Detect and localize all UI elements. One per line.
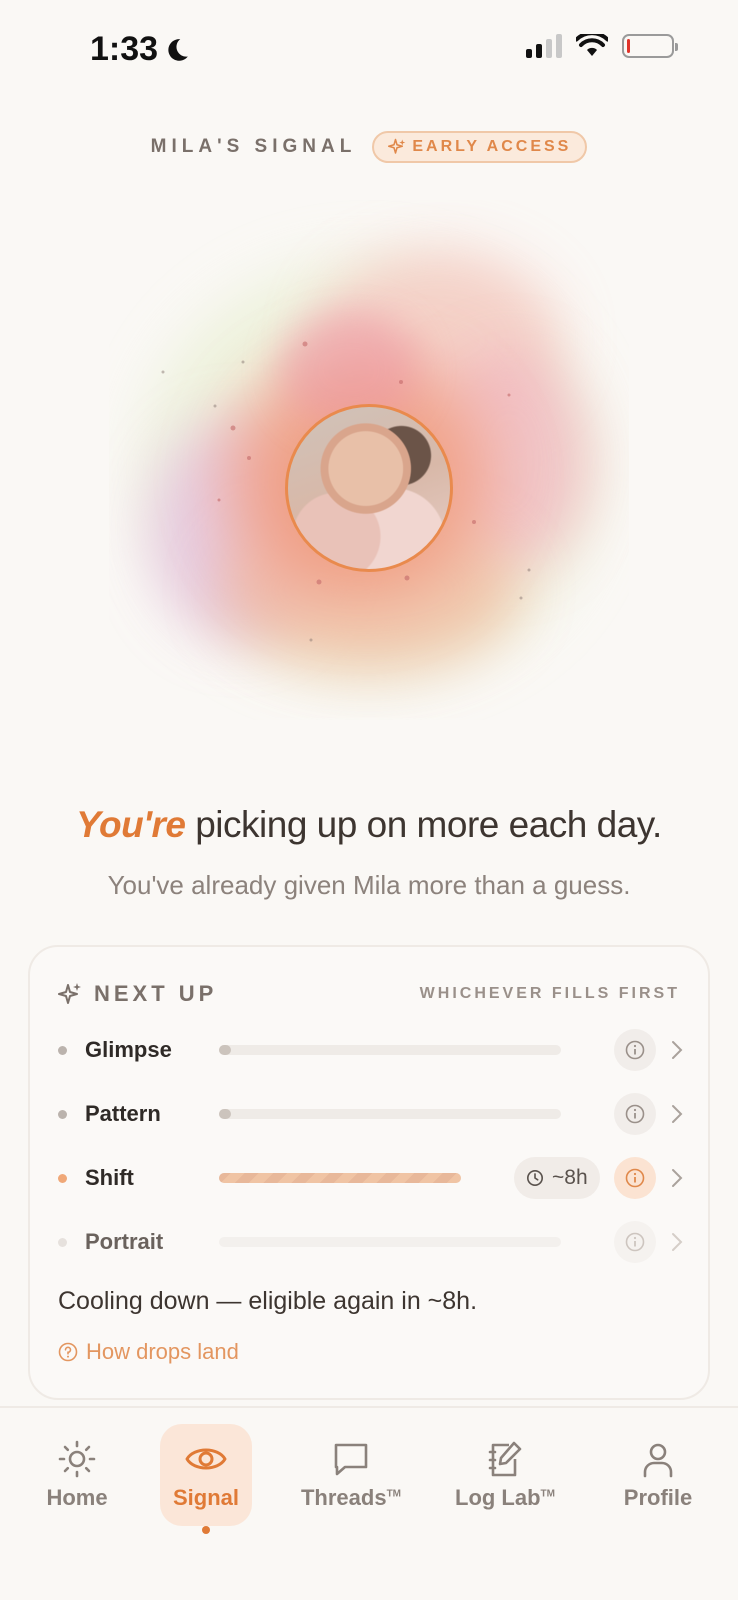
next-up-card: NEXT UP WHICHEVER FILLS FIRST Glimpse Pa…: [28, 945, 710, 1400]
info-icon: [625, 1168, 645, 1188]
chat-bubble-icon: [334, 1443, 368, 1476]
cooldown-timer: ~8h: [514, 1157, 600, 1199]
tab-home[interactable]: Home: [30, 1424, 124, 1526]
early-access-label: EARLY ACCESS: [412, 138, 572, 155]
cellular-signal-icon: [526, 34, 562, 58]
sparkle-icon: [58, 983, 81, 1004]
trademark-mark: TM: [386, 1488, 402, 1500]
info-button[interactable]: [614, 1029, 656, 1071]
chevron-right-icon[interactable]: [670, 1103, 684, 1125]
tab-label: Log LabTM: [455, 1485, 555, 1511]
progress-bar: [219, 1237, 561, 1247]
next-up-label: NEXT UP: [94, 981, 218, 1006]
chevron-right-icon[interactable]: [670, 1167, 684, 1189]
clock-icon: [526, 1169, 544, 1187]
progress-bar: [219, 1109, 561, 1119]
page-title: MILA'S SIGNAL: [150, 136, 357, 157]
chevron-right-icon[interactable]: [670, 1039, 684, 1061]
edit-notebook-icon: [488, 1441, 522, 1477]
info-button[interactable]: [614, 1157, 656, 1199]
help-circle-icon: [58, 1342, 78, 1362]
headline: You're picking up on more each day.: [0, 804, 738, 846]
person-icon: [643, 1443, 673, 1478]
info-button[interactable]: [614, 1221, 656, 1263]
drop-label: Shift: [85, 1165, 134, 1190]
sun-icon: [58, 1440, 96, 1478]
status-bar: 1:33: [0, 0, 738, 100]
baby-avatar[interactable]: [285, 404, 453, 572]
status-icons: [526, 34, 678, 58]
tab-label: Profile: [623, 1485, 693, 1510]
cooldown-status: Cooling down — eligible again in ~8h.: [58, 1287, 478, 1315]
early-access-badge: EARLY ACCESS: [372, 131, 588, 163]
tab-log-lab[interactable]: Log LabTM: [450, 1424, 560, 1526]
drop-label: Portrait: [85, 1229, 164, 1254]
drop-row-portrait[interactable]: Portrait: [58, 1219, 684, 1265]
drop-label: Pattern: [85, 1101, 161, 1126]
info-icon: [625, 1040, 645, 1060]
battery-icon: [622, 34, 678, 58]
moon-icon: [168, 38, 188, 61]
progress-bar: [219, 1045, 561, 1055]
wifi-icon: [576, 34, 608, 56]
drop-row-shift[interactable]: Shift ~8h: [58, 1155, 684, 1201]
status-dot: [58, 1237, 67, 1247]
info-icon: [625, 1232, 645, 1252]
timer-value: ~8h: [552, 1166, 588, 1189]
status-time: 1:33: [90, 30, 190, 69]
tab-threads[interactable]: ThreadsTM: [296, 1424, 406, 1526]
active-tab-indicator: [202, 1526, 210, 1534]
tab-label: Signal: [172, 1485, 239, 1510]
subheadline: You've already given Mila more than a gu…: [107, 870, 631, 900]
headline-accent: You're: [76, 804, 186, 845]
trademark-mark: TM: [540, 1488, 555, 1500]
status-dot: [58, 1173, 67, 1183]
status-dot: [58, 1109, 67, 1119]
tab-label-text: Threads: [300, 1485, 387, 1510]
info-button[interactable]: [614, 1093, 656, 1135]
next-up-title: NEXT UP: [58, 981, 217, 1007]
headline-rest: picking up on more each day.: [185, 804, 662, 845]
progress-bar: [219, 1173, 461, 1183]
drop-row-pattern[interactable]: Pattern: [58, 1091, 684, 1137]
clock-time: 1:33: [90, 30, 159, 68]
eye-icon: [185, 1448, 227, 1470]
tab-label: ThreadsTM: [301, 1485, 401, 1511]
drop-row-glimpse[interactable]: Glimpse: [58, 1027, 684, 1073]
next-up-header: NEXT UP WHICHEVER FILLS FIRST: [58, 981, 680, 1007]
next-up-hint: WHICHEVER FILLS FIRST: [419, 985, 680, 1002]
bottom-tab-bar: Home Signal ThreadsTM Log LabTM Profile: [0, 1406, 738, 1600]
tab-label-text: Log Lab: [455, 1485, 541, 1510]
info-icon: [625, 1104, 645, 1124]
signal-header: MILA'S SIGNAL EARLY ACCESS: [0, 131, 738, 163]
sparkle-icon: [388, 138, 406, 154]
how-drops-land-label: How drops land: [86, 1339, 239, 1364]
status-dot: [58, 1045, 67, 1055]
how-drops-land-link[interactable]: How drops land: [58, 1339, 239, 1365]
tab-label: Home: [46, 1485, 108, 1510]
tab-profile[interactable]: Profile: [614, 1424, 702, 1526]
chevron-right-icon[interactable]: [670, 1231, 684, 1253]
drop-label: Glimpse: [85, 1037, 172, 1062]
tab-signal[interactable]: Signal: [160, 1424, 252, 1526]
